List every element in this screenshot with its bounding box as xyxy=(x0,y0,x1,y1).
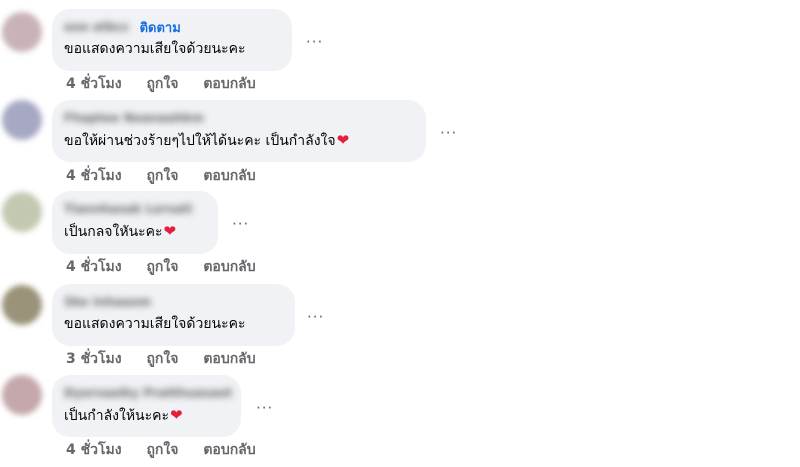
author-row: Dyorsaaiky Pratthuasaot xyxy=(64,384,232,402)
avatar[interactable] xyxy=(2,375,42,415)
author-name[interactable]: Fhaptee Noanaahkm xyxy=(64,111,204,125)
comment-actions: 4 ชั่วโมง ถูกใจ ตอบกลับ xyxy=(66,167,256,185)
avatar[interactable] xyxy=(2,100,42,140)
comment-bubble: Tiannhasak Lorsati เป็นกลจใหันะคะ❤ xyxy=(52,191,218,254)
author-row: ooo atbcc ติดตาม xyxy=(64,18,280,36)
avatar[interactable] xyxy=(2,285,42,325)
comment-text: เป็นกลจใหันะคะ❤ xyxy=(64,222,206,241)
comment-bubble: Dyorsaaiky Pratthuasaot เป็นกำลังให้นะคะ… xyxy=(52,375,241,437)
comment-timestamp[interactable]: 4 ชั่วโมง xyxy=(66,442,122,458)
comment-text-content: เป็นกำลังให้นะคะ xyxy=(64,408,170,424)
more-options-icon[interactable]: ··· xyxy=(440,126,457,141)
more-options-icon[interactable]: ··· xyxy=(232,217,249,232)
comment-text-content: ขอให้ผ่านช่วงร้ายๆไปให้ได้นะคะ เป็นกำลัง… xyxy=(64,133,336,149)
follow-link[interactable]: ติดตาม xyxy=(140,17,181,38)
comment-text-content: เป็นกลจใหันะคะ xyxy=(64,224,163,240)
avatar[interactable] xyxy=(2,12,42,52)
author-name[interactable]: ooo atbcc xyxy=(64,20,130,34)
like-button[interactable]: ถูกใจ xyxy=(146,168,178,184)
comment-actions: 4 ชั่วโมง ถูกใจ ตอบกลับ xyxy=(66,441,256,459)
reply-button[interactable]: ตอบกลับ xyxy=(203,259,255,275)
author-name[interactable]: Ske Inhaaom xyxy=(64,295,151,309)
comment-bubble: Fhaptee Noanaahkm ขอให้ผ่านช่วงร้ายๆไปให… xyxy=(52,100,426,162)
author-name[interactable]: Dyorsaaiky Pratthuasaot xyxy=(64,386,232,400)
comment-timestamp[interactable]: 4 ชั่วโมง xyxy=(66,168,122,184)
like-button[interactable]: ถูกใจ xyxy=(146,76,178,92)
heart-emoji-icon: ❤ xyxy=(163,222,177,240)
comment-bubble: ooo atbcc ติดตาม ขอแสดงความเสียใจด้วยนะค… xyxy=(52,9,292,71)
heart-emoji-icon: ❤ xyxy=(170,406,183,424)
reply-button[interactable]: ตอบกลับ xyxy=(203,76,255,92)
comment-bubble: Ske Inhaaom ขอแสดงความเสียใจด้วยนะคะ xyxy=(52,284,295,346)
more-options-icon[interactable]: ··· xyxy=(306,35,323,50)
author-row: Ske Inhaaom xyxy=(64,293,283,311)
comment-actions: 3 ชั่วโมง ถูกใจ ตอบกลับ xyxy=(66,350,256,368)
comment-text: ขอให้ผ่านช่วงร้ายๆไปให้ได้นะคะ เป็นกำลัง… xyxy=(64,131,414,150)
comment-timestamp[interactable]: 4 ชั่วโมง xyxy=(66,259,122,275)
comment-text: เป็นกำลังให้นะคะ❤ xyxy=(64,406,229,425)
reply-button[interactable]: ตอบกลับ xyxy=(203,168,255,184)
reply-button[interactable]: ตอบกลับ xyxy=(203,442,255,458)
author-name[interactable]: Tiannhasak Lorsati xyxy=(64,202,192,216)
comment-text-content: ขอแสดงความเสียใจด้วยนะคะ xyxy=(64,316,246,332)
comment-timestamp[interactable]: 4 ชั่วโมง xyxy=(66,76,122,92)
like-button[interactable]: ถูกใจ xyxy=(146,442,178,458)
author-row: Fhaptee Noanaahkm xyxy=(64,109,414,127)
more-options-icon[interactable]: ··· xyxy=(256,401,273,416)
comment-actions: 4 ชั่วโมง ถูกใจ ตอบกลับ xyxy=(66,75,256,93)
author-row: Tiannhasak Lorsati xyxy=(64,200,206,218)
comment-text-content: ขอแสดงความเสียใจด้วยนะคะ xyxy=(64,41,246,57)
like-button[interactable]: ถูกใจ xyxy=(146,259,178,275)
comment-text: ขอแสดงความเสียใจด้วยนะคะ xyxy=(64,40,280,58)
comment-timestamp[interactable]: 3 ชั่วโมง xyxy=(66,351,122,367)
comment-text: ขอแสดงความเสียใจด้วยนะคะ xyxy=(64,315,283,333)
avatar[interactable] xyxy=(2,192,42,232)
like-button[interactable]: ถูกใจ xyxy=(146,351,178,367)
comment-actions: 4 ชั่วโมง ถูกใจ ตอบกลับ xyxy=(66,258,256,276)
more-options-icon[interactable]: ··· xyxy=(307,310,324,325)
reply-button[interactable]: ตอบกลับ xyxy=(203,351,255,367)
heart-emoji-icon: ❤ xyxy=(336,131,350,149)
